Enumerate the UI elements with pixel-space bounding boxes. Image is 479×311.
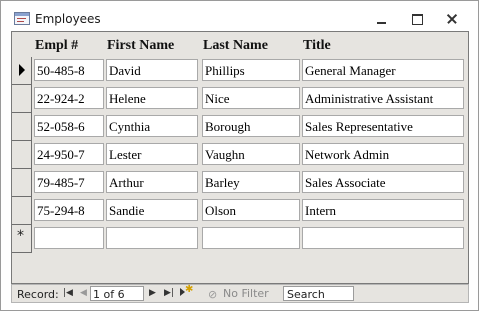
empl-id-field[interactable]: 50-485-8 <box>34 59 104 81</box>
empl-id-field[interactable] <box>34 227 104 249</box>
no-filter-button[interactable]: No Filter <box>223 287 269 300</box>
record-position-field[interactable]: 1 of 6 <box>90 286 144 301</box>
empl-id-field[interactable]: 24-950-7 <box>34 143 104 165</box>
record-selector[interactable]: * <box>12 225 32 253</box>
record-selector[interactable] <box>12 113 32 141</box>
next-record-icon[interactable]: ▶ <box>149 288 156 298</box>
title-field[interactable]: Administrative Assistant <box>302 87 464 109</box>
empl-id-field[interactable]: 79-485-7 <box>34 171 104 193</box>
title-bar: Employees <box>1 1 478 31</box>
last-name-field[interactable]: Olson <box>202 199 300 221</box>
form-icon <box>14 12 30 25</box>
title-field[interactable]: General Manager <box>302 59 464 81</box>
last-name-field[interactable]: Borough <box>202 115 300 137</box>
title-field[interactable]: Intern <box>302 199 464 221</box>
column-header-first-name: First Name <box>107 38 175 53</box>
minimize-button[interactable] <box>370 10 392 28</box>
record-selector[interactable] <box>12 169 32 197</box>
close-button[interactable] <box>441 10 463 28</box>
title-field[interactable]: Sales Associate <box>302 171 464 193</box>
restore-button[interactable] <box>406 10 428 28</box>
employees-window: Employees Empl # First Name Last Name Ti… <box>0 0 479 311</box>
last-record-icon[interactable]: ▶| <box>164 288 174 298</box>
title-field[interactable] <box>302 227 464 249</box>
record-label: Record: <box>17 288 59 301</box>
last-name-field[interactable] <box>202 227 300 249</box>
first-name-field[interactable] <box>106 227 198 249</box>
new-record-icon[interactable] <box>180 284 193 299</box>
record-selector[interactable] <box>12 141 32 169</box>
empl-id-field[interactable]: 75-294-8 <box>34 199 104 221</box>
record-navigation-bar: Record: |◀ ◀ 1 of 6 ▶ ▶| ⊘ No Filter Sea… <box>11 284 469 303</box>
first-record-icon[interactable]: |◀ <box>63 288 73 298</box>
title-field[interactable]: Network Admin <box>302 143 464 165</box>
previous-record-icon[interactable]: ◀ <box>80 288 87 298</box>
record-selector[interactable] <box>12 85 32 113</box>
record-selector[interactable] <box>12 197 32 225</box>
window-title: Employees <box>35 12 101 26</box>
record-selector[interactable] <box>12 57 32 85</box>
first-name-field[interactable]: Helene <box>106 87 198 109</box>
first-name-field[interactable]: Arthur <box>106 171 198 193</box>
empl-id-field[interactable]: 52-058-6 <box>34 115 104 137</box>
last-name-field[interactable]: Phillips <box>202 59 300 81</box>
new-record-marker: * <box>17 228 24 244</box>
last-name-field[interactable]: Barley <box>202 171 300 193</box>
search-input[interactable]: Search <box>283 286 354 301</box>
tabular-form: Empl # First Name Last Name Title 50-485… <box>11 31 469 284</box>
column-header-title: Title <box>303 38 331 53</box>
filter-icon: ⊘ <box>208 288 218 301</box>
empl-id-field[interactable]: 22-924-2 <box>34 87 104 109</box>
column-header-last-name: Last Name <box>203 38 268 53</box>
last-name-field[interactable]: Vaughn <box>202 143 300 165</box>
last-name-field[interactable]: Nice <box>202 87 300 109</box>
title-field[interactable]: Sales Representative <box>302 115 464 137</box>
first-name-field[interactable]: David <box>106 59 198 81</box>
current-record-arrow-icon <box>19 64 25 76</box>
first-name-field[interactable]: Lester <box>106 143 198 165</box>
first-name-field[interactable]: Cynthia <box>106 115 198 137</box>
first-name-field[interactable]: Sandie <box>106 199 198 221</box>
column-header-empl: Empl # <box>35 38 79 53</box>
